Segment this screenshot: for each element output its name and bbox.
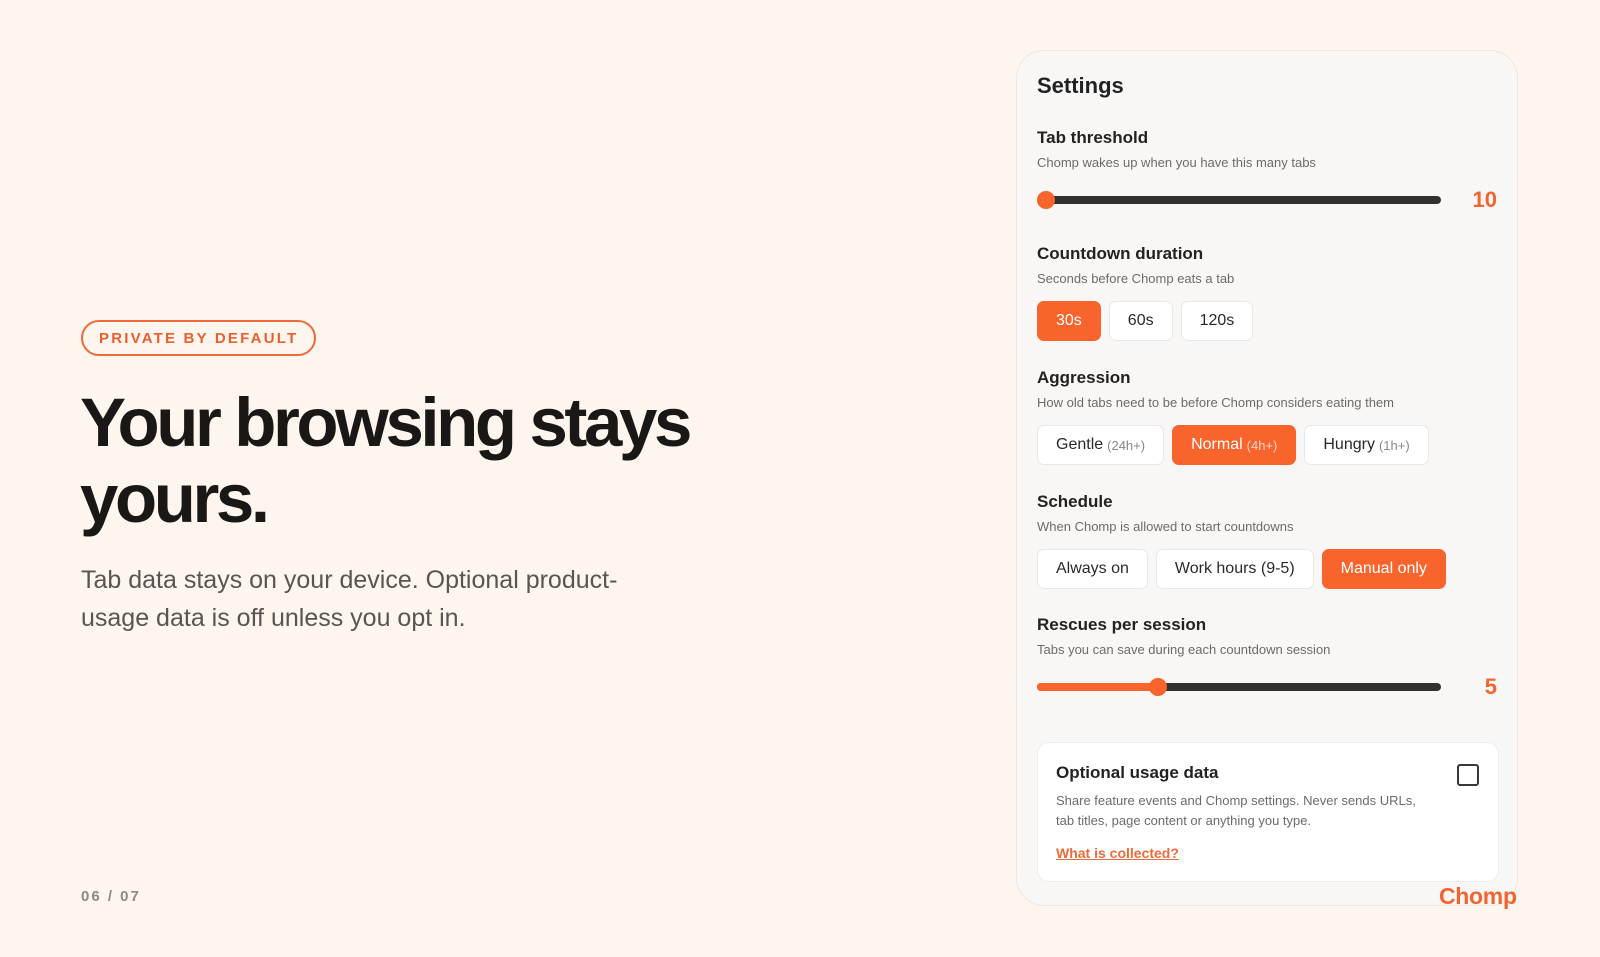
schedule-section: Schedule When Chomp is allowed to start … [1037,491,1499,589]
slider-track[interactable] [1037,196,1441,204]
schedule-option-work-hours[interactable]: Work hours (9-5) [1155,549,1314,589]
schedule-option-manual-only[interactable]: Manual only [1321,549,1446,589]
schedule-options: Always on Work hours (9-5) Manual only [1037,549,1499,589]
slider-fill [1037,683,1159,691]
usage-data-panel: Optional usage data Share feature events… [1037,742,1499,882]
private-badge: PRIVATE BY DEFAULT [81,320,317,356]
countdown-section: Countdown duration Seconds before Chomp … [1037,243,1499,341]
rescues-value: 5 [1484,674,1497,699]
aggression-option-hungry[interactable]: Hungry (1h+) [1304,425,1429,465]
countdown-option-120s[interactable]: 120s [1180,301,1254,341]
slider-track[interactable] [1037,683,1441,691]
aggression-options: Gentle (24h+) Normal (4h+) Hungry (1h+) [1037,425,1499,465]
slide-counter: 06 / 07 [81,888,141,905]
usage-data-description: Share feature events and Chomp settings.… [1056,793,1416,828]
rescues-section: Rescues per session Tabs you can save du… [1037,614,1499,700]
rescues-slider[interactable]: 5 [1037,674,1499,700]
settings-card: Settings Tab threshold Chomp wakes up wh… [1016,50,1518,906]
countdown-options: 30s 60s 120s [1037,301,1499,341]
what-is-collected-link[interactable]: What is collected? [1056,845,1179,861]
aggression-description: How old tabs need to be before Chomp con… [1037,395,1394,410]
aggression-option-normal[interactable]: Normal (4h+) [1172,425,1297,465]
tab-threshold-section: Tab threshold Chomp wakes up when you ha… [1037,127,1499,213]
tab-threshold-title: Tab threshold [1037,128,1149,147]
usage-data-checkbox[interactable] [1457,764,1479,786]
countdown-option-60s[interactable]: 60s [1108,301,1173,341]
tab-threshold-description: Chomp wakes up when you have this many t… [1037,155,1316,170]
aggression-section: Aggression How old tabs need to be befor… [1037,367,1499,465]
slider-thumb[interactable] [1149,678,1168,696]
usage-data-title: Optional usage data [1056,763,1219,782]
schedule-option-always-on[interactable]: Always on [1037,549,1148,589]
tab-threshold-slider[interactable]: 10 [1037,187,1499,213]
tab-threshold-value: 10 [1472,187,1497,212]
aggression-option-gentle[interactable]: Gentle (24h+) [1037,425,1165,465]
settings-title: Settings [1037,73,1124,98]
aggression-title: Aggression [1037,368,1131,387]
countdown-description: Seconds before Chomp eats a tab [1037,271,1235,286]
rescues-description: Tabs you can save during each countdown … [1037,642,1331,657]
schedule-description: When Chomp is allowed to start countdown… [1037,519,1294,534]
countdown-option-30s[interactable]: 30s [1037,301,1101,341]
schedule-title: Schedule [1037,492,1113,511]
countdown-title: Countdown duration [1037,244,1204,263]
brand-logo: Chomp [1439,883,1517,909]
rescues-title: Rescues per session [1037,615,1207,634]
page-subtext: Tab data stays on your device. Optional … [81,566,618,632]
slider-thumb[interactable] [1037,191,1055,209]
page-headline: Your browsing stays yours. [80,384,692,537]
